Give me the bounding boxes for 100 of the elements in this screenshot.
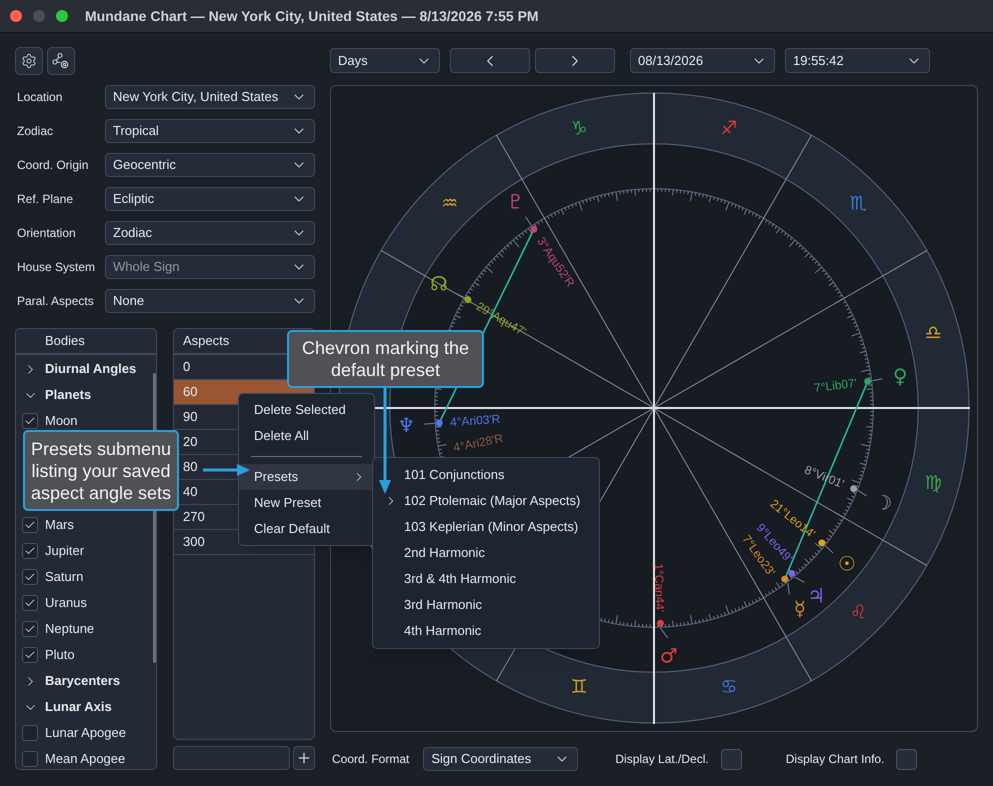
- menu-item[interactable]: New Preset: [239, 490, 374, 516]
- menu-item[interactable]: Presets: [239, 464, 374, 490]
- window-control-button[interactable]: [10, 10, 22, 22]
- planet-leader-line: [424, 422, 435, 425]
- menu-item[interactable]: Delete All: [239, 423, 374, 449]
- plus-icon: [296, 750, 312, 766]
- body-label: Pluto: [45, 646, 75, 664]
- preset-menu-item[interactable]: 4th Harmonic: [373, 618, 599, 644]
- zodiac-sign-glyph: ♌: [850, 601, 867, 624]
- bodies-header: Bodies: [16, 329, 156, 355]
- zodiac-sign-glyph: ♊: [570, 676, 588, 698]
- setting-label: Ref. Plane: [16, 191, 74, 208]
- settings-icon: [21, 53, 37, 69]
- callout-tooltip: Chevron marking the default preset: [287, 330, 484, 388]
- setting-dropdown[interactable]: Tropical: [105, 119, 315, 143]
- check-icon: [24, 519, 36, 531]
- check-icon: [24, 571, 36, 583]
- lat-decl-label: Display Lat./Decl.: [615, 751, 709, 768]
- setting-label: House System: [16, 259, 96, 276]
- chart-info-checkbox[interactable]: [896, 748, 918, 770]
- zodiac-sign-glyph: ♎: [924, 322, 942, 344]
- body-group-row[interactable]: Barycenters: [16, 668, 156, 694]
- preset-menu-item[interactable]: 3rd Harmonic: [373, 592, 599, 618]
- planet-glyph: ♃: [807, 584, 826, 608]
- setting-dropdown[interactable]: New York City, United States: [105, 85, 315, 109]
- body-checkbox[interactable]: [22, 517, 38, 533]
- preset-menu-item[interactable]: 103 Keplerian (Minor Aspects): [373, 514, 599, 540]
- nodes-gear-icon: [52, 52, 70, 70]
- zodiac-sign-glyph: ♏: [850, 192, 867, 215]
- body-group-label: Diurnal Angles: [45, 360, 136, 378]
- lat-decl-checkbox[interactable]: [720, 748, 742, 770]
- body-label: Lunar Apogee: [45, 724, 126, 742]
- planet-glyph: ☿: [794, 597, 806, 620]
- body-group-row[interactable]: Planets: [16, 382, 156, 408]
- body-group-row[interactable]: Diurnal Angles: [16, 356, 156, 382]
- setting-dropdown[interactable]: Zodiac: [105, 221, 315, 245]
- coord-format-dropdown[interactable]: Sign Coordinates: [423, 747, 578, 771]
- planet-leader-line: [794, 576, 805, 583]
- body-checkbox[interactable]: [22, 569, 38, 585]
- planet-leader-line: [825, 546, 834, 554]
- check-icon: [24, 545, 36, 557]
- body-group-label: Lunar Axis: [45, 698, 112, 716]
- body-group-row[interactable]: Lunar Axis: [16, 694, 156, 720]
- add-aspect-button[interactable]: [293, 746, 315, 770]
- preset-menu-item[interactable]: 102 Ptolemaic (Major Aspects): [373, 488, 599, 514]
- body-label: Mean Apogee: [45, 750, 126, 768]
- planet-glyph: ♆: [397, 414, 416, 437]
- body-checkbox[interactable]: [22, 621, 38, 637]
- callout-arrow: [203, 464, 250, 476]
- zodiac-sign-glyph: ♑: [570, 118, 588, 140]
- planet-position-label: 7°Lib07': [813, 376, 858, 395]
- zodiac-sign-glyph: ♍: [924, 472, 942, 494]
- planet-position-label: 4°Ari03'R: [450, 412, 501, 430]
- preset-menu-item[interactable]: 3rd & 4th Harmonic: [373, 566, 599, 592]
- body-label: Mars: [45, 516, 74, 534]
- chart-settings-button[interactable]: [47, 47, 75, 75]
- zodiac-sign-glyph: ♐: [720, 118, 738, 140]
- setting-dropdown[interactable]: Geocentric: [105, 153, 315, 177]
- check-icon: [24, 649, 36, 661]
- planet-glyph: ♂: [660, 644, 678, 668]
- window-title: Mundane Chart — New York City, United States — 8/13/2026 7:55 PM: [85, 6, 539, 26]
- planet-glyph: ☉: [838, 552, 856, 576]
- setting-label: Orientation: [16, 225, 77, 242]
- window-control-button[interactable]: [56, 10, 68, 22]
- planet-position-label: 4°Ari28'R: [452, 431, 504, 455]
- body-checkbox[interactable]: [22, 595, 38, 611]
- planet-leader-line: [525, 216, 532, 226]
- planet-leader-line: [858, 490, 868, 497]
- preset-menu-item[interactable]: 101 Conjunctions: [373, 462, 599, 488]
- body-label: Moon: [45, 412, 78, 430]
- time-dropdown[interactable]: 19:55:42: [785, 48, 930, 73]
- zodiac-sign-glyph: ♋: [720, 676, 738, 698]
- menu-item[interactable]: Clear Default: [239, 516, 374, 542]
- body-checkbox[interactable]: [22, 751, 38, 767]
- body-group-label: Barycenters: [45, 672, 120, 690]
- body-group-label: Planets: [45, 386, 92, 404]
- body-checkbox[interactable]: [22, 647, 38, 663]
- planet-glyph: ☽: [874, 492, 892, 514]
- setting-label: Zodiac: [16, 123, 54, 140]
- setting-label: Paral. Aspects: [16, 293, 95, 310]
- planet-glyph: ♇: [506, 190, 524, 214]
- interval-dropdown[interactable]: Days: [330, 48, 440, 73]
- setting-dropdown[interactable]: Ecliptic: [105, 187, 315, 211]
- aspect-input-field[interactable]: [173, 746, 290, 770]
- check-icon: [24, 623, 36, 635]
- setting-label: Coord. Origin: [16, 157, 90, 174]
- planet-leader-line: [454, 292, 464, 298]
- planet-position-label: 1°Can44': [652, 563, 668, 612]
- preset-menu-item[interactable]: 2nd Harmonic: [373, 540, 599, 566]
- planet-leader-line: [872, 378, 883, 382]
- date-dropdown[interactable]: 08/13/2026: [630, 48, 775, 73]
- zodiac-sign-glyph: ♒: [441, 192, 458, 215]
- body-checkbox[interactable]: [22, 543, 38, 559]
- body-checkbox[interactable]: [22, 725, 38, 741]
- body-checkbox[interactable]: [22, 413, 38, 429]
- setting-dropdown[interactable]: None: [105, 289, 315, 313]
- body-label: Uranus: [45, 594, 87, 612]
- coord-format-label: Coord. Format: [331, 751, 410, 768]
- settings-button[interactable]: [15, 47, 43, 75]
- chart-info-label: Display Chart Info.: [786, 751, 884, 768]
